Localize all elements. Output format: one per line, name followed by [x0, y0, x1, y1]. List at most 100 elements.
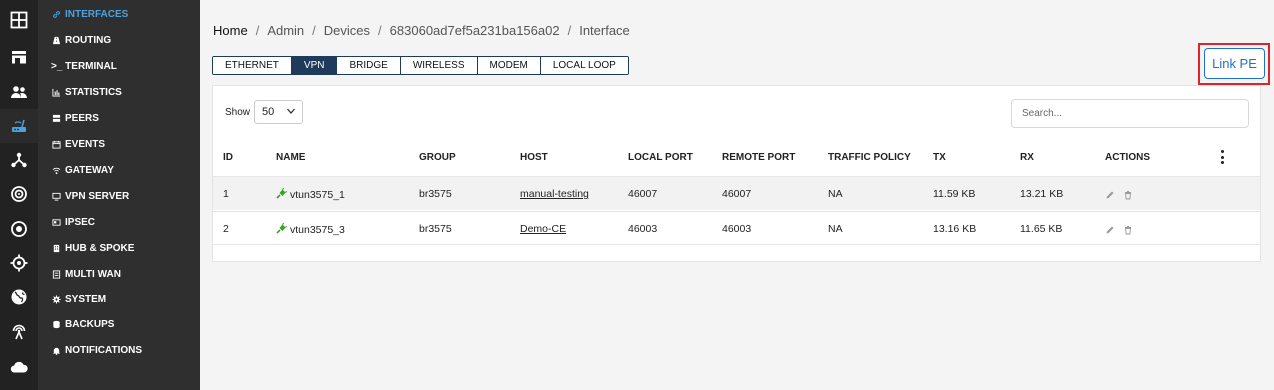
sidebar-item-vpn-server[interactable]: VPN SERVER	[38, 183, 200, 209]
breadcrumb-home[interactable]: Home	[213, 23, 248, 38]
sidebar-item-label: HUB & SPOKE	[65, 242, 135, 254]
sidebar-item-backups[interactable]: BACKUPS	[38, 311, 200, 337]
sidebar-item-gateway[interactable]: GATEWAY	[38, 157, 200, 183]
column-header-host[interactable]: HOST	[520, 152, 548, 163]
breadcrumb-separator: /	[312, 23, 316, 38]
column-header-tx[interactable]: TX	[933, 152, 946, 163]
database-icon	[51, 319, 61, 329]
search-input[interactable]	[1011, 99, 1249, 128]
gear-icon	[51, 294, 61, 304]
sidebar-item-multi-wan[interactable]: MULTI WAN	[38, 261, 200, 287]
cell-local-port: 46007	[628, 188, 658, 200]
sidebar-item-hub-spoke[interactable]: HUB & SPOKE	[38, 235, 200, 261]
crosshair-icon[interactable]	[0, 246, 38, 280]
row-actions	[1105, 187, 1133, 205]
edit-icon[interactable]	[1105, 222, 1115, 240]
cell-group: br3575	[419, 188, 452, 200]
sidebar-item-notifications[interactable]: NOTIFICATIONS	[38, 337, 200, 363]
cell-tx: 13.16 KB	[933, 223, 977, 235]
sidebar-item-statistics[interactable]: STATISTICS	[38, 79, 200, 105]
cell-traffic-policy: NA	[828, 188, 843, 200]
wifi-icon	[51, 165, 61, 175]
breadcrumb-separator: /	[567, 23, 572, 38]
column-header-local-port[interactable]: LOCAL PORT	[628, 152, 693, 163]
sidebar-item-label: STATISTICS	[65, 86, 122, 98]
sidebar-item-terminal[interactable]: >_ TERMINAL	[38, 53, 200, 79]
tab-bridge[interactable]: BRIDGE	[337, 57, 401, 74]
store-icon[interactable]	[0, 40, 38, 74]
display-icon	[51, 191, 61, 201]
globe-icon[interactable]	[0, 280, 38, 314]
cell-id: 2	[223, 223, 229, 235]
row-actions	[1105, 222, 1133, 240]
column-header-group[interactable]: GROUP	[419, 152, 456, 163]
page-size-control: Show 50	[225, 100, 304, 124]
sidebar-item-label: >_ TERMINAL	[51, 60, 117, 72]
sidebar-item-label: NOTIFICATIONS	[65, 344, 143, 356]
tab-local-loop[interactable]: LOCAL LOOP	[540, 57, 628, 74]
tab-vpn[interactable]: VPN	[291, 57, 338, 74]
antenna-icon[interactable]	[0, 314, 38, 348]
sidebar-menu: INTERFACES ROUTING >_ TERMINAL STATISTIC…	[38, 0, 200, 390]
breadcrumb-interface: Interface	[579, 23, 630, 38]
cell-name-text: vtun3575_3	[290, 224, 345, 236]
cell-local-port: 46003	[628, 223, 658, 235]
breadcrumb-device-id[interactable]: 683060ad7ef5a231ba156a02	[390, 23, 560, 38]
main-content: Home / Admin / Devices / 683060ad7ef5a23…	[200, 0, 1274, 390]
cell-rx: 11.65 KB	[1020, 223, 1063, 235]
breadcrumb: Home / Admin / Devices / 683060ad7ef5a23…	[213, 23, 630, 38]
breadcrumb-admin[interactable]: Admin	[267, 23, 304, 38]
breadcrumb-devices[interactable]: Devices	[324, 23, 370, 38]
sidebar-item-events[interactable]: EVENTS	[38, 131, 200, 157]
table-row: 1 vtun3575_1 br3575 manual-testing 46007…	[213, 176, 1260, 210]
tab-modem[interactable]: MODEM	[477, 57, 541, 74]
cloud-icon[interactable]	[0, 350, 38, 384]
network-tree-icon[interactable]	[0, 143, 38, 177]
sidebar-item-label: BACKUPS	[65, 318, 115, 330]
sidebar-item-label: INTERFACES	[65, 8, 129, 20]
sidebar-item-label: IPSEC	[65, 216, 96, 228]
vpn-table-panel: Show 50 ID NAME GROUP HOST LOCAL PORT RE…	[212, 85, 1261, 262]
delete-icon[interactable]	[1123, 187, 1133, 205]
dashboard-icon[interactable]	[0, 3, 38, 37]
column-header-traffic-policy[interactable]: TRAFFIC POLICY	[828, 152, 911, 163]
sidebar-item-label: EVENTS	[65, 138, 106, 150]
column-header-actions: ACTIONS	[1105, 152, 1150, 163]
delete-icon[interactable]	[1123, 222, 1133, 240]
tab-ethernet[interactable]: ETHERNET	[213, 57, 292, 74]
cell-remote-port: 46003	[722, 223, 752, 235]
sidebar-item-label: MULTI WAN	[65, 268, 121, 280]
cell-name: vtun3575_1	[276, 187, 345, 202]
list-icon	[51, 269, 61, 279]
users-icon[interactable]	[0, 75, 38, 109]
building-icon	[51, 243, 61, 253]
target-icon[interactable]	[0, 177, 38, 211]
show-label: Show	[225, 106, 251, 118]
column-header-remote-port[interactable]: REMOTE PORT	[722, 152, 795, 163]
tab-wireless[interactable]: WIRELESS	[400, 57, 478, 74]
edit-icon[interactable]	[1105, 187, 1115, 205]
cell-group: br3575	[419, 223, 452, 235]
record-icon[interactable]	[0, 212, 38, 246]
bar-chart-icon	[51, 87, 61, 97]
sidebar-item-label: SYSTEM	[65, 293, 107, 305]
sidebar-item-system[interactable]: SYSTEM	[38, 286, 200, 312]
sidebar-item-routing[interactable]: ROUTING	[38, 27, 200, 53]
plug-icon	[276, 187, 290, 202]
chevron-down-icon	[286, 106, 296, 119]
column-header-rx[interactable]: RX	[1020, 152, 1034, 163]
column-options-icon[interactable]	[1219, 150, 1225, 164]
cell-name: vtun3575_3	[276, 222, 345, 237]
cell-host-link[interactable]: manual-testing	[520, 188, 589, 200]
link-pe-button[interactable]: Link PE	[1204, 48, 1265, 79]
column-header-name[interactable]: NAME	[276, 152, 305, 163]
page-size-select[interactable]: 50	[254, 100, 304, 124]
page-size-value: 50	[262, 106, 275, 118]
router-icon[interactable]	[0, 109, 38, 143]
sidebar-item-interfaces[interactable]: INTERFACES	[38, 1, 200, 27]
sidebar-item-peers[interactable]: PEERS	[38, 105, 200, 131]
cell-host-link[interactable]: Demo-CE	[520, 223, 566, 235]
plug-icon	[276, 222, 290, 237]
column-header-id[interactable]: ID	[223, 152, 233, 163]
sidebar-item-ipsec[interactable]: IPSEC	[38, 209, 200, 235]
